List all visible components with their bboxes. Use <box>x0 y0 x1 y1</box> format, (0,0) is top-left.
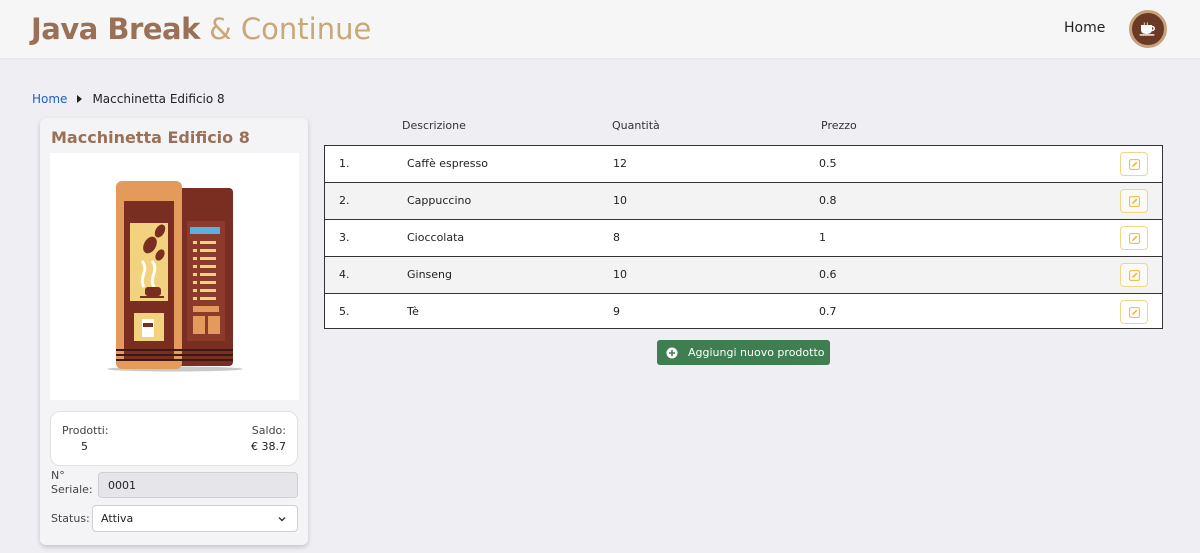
status-selected-value: Attiva <box>101 512 134 525</box>
logo-secondary-text: & Continue <box>209 12 372 46</box>
edit-product-button[interactable] <box>1120 300 1148 324</box>
add-product-label: Aggiungi nuovo prodotto <box>688 346 825 359</box>
top-navbar: Java Break & Continue Home <box>0 0 1200 58</box>
app-logo[interactable]: Java Break & Continue <box>31 12 371 46</box>
logo-primary-text: Java Break <box>31 12 200 46</box>
edit-icon <box>1128 232 1140 244</box>
serial-input[interactable] <box>98 472 298 498</box>
breadcrumb-home-link[interactable]: Home <box>32 92 67 106</box>
row-number: 1. <box>339 157 350 170</box>
machine-card: Macchinetta Edificio 8 Prodotti: 5 Saldo… <box>40 118 308 545</box>
serial-label: N° Seriale: <box>51 469 93 496</box>
row-price: 0.6 <box>819 268 837 281</box>
row-price: 1 <box>819 231 826 244</box>
edit-product-button[interactable] <box>1120 226 1148 250</box>
edit-product-button[interactable] <box>1120 152 1148 176</box>
machine-stats: Prodotti: 5 Saldo: € 38.7 <box>50 411 298 466</box>
row-description: Ginseng <box>407 268 453 281</box>
table-row: 2. Cappuccino 10 0.8 <box>325 183 1162 220</box>
machine-title: Macchinetta Edificio 8 <box>51 128 250 147</box>
row-description: Cioccolata <box>407 231 465 244</box>
edit-icon <box>1128 306 1140 318</box>
breadcrumb-separator-icon <box>77 95 83 103</box>
column-header-price: Prezzo <box>821 119 857 132</box>
chevron-down-icon <box>278 517 286 522</box>
edit-product-button[interactable] <box>1120 189 1148 213</box>
row-price: 0.7 <box>819 305 837 318</box>
plus-circle-icon <box>666 347 678 359</box>
row-description: Caffè espresso <box>407 157 488 170</box>
row-description: Tè <box>407 305 419 318</box>
row-number: 5. <box>339 305 350 318</box>
vending-machine-illustration <box>107 181 243 372</box>
breadcrumb: Home Macchinetta Edificio 8 <box>32 92 225 106</box>
edit-icon <box>1128 269 1140 281</box>
row-number: 4. <box>339 268 350 281</box>
row-number: 2. <box>339 194 350 207</box>
breadcrumb-current: Macchinetta Edificio 8 <box>92 92 225 106</box>
row-price: 0.5 <box>819 157 837 170</box>
status-label: Status: <box>51 512 90 525</box>
table-row: 1. Caffè espresso 12 0.5 <box>325 146 1162 183</box>
row-description: Cappuccino <box>407 194 472 207</box>
edit-icon <box>1128 195 1140 207</box>
machine-image <box>50 153 299 400</box>
products-table: 1. Caffè espresso 12 0.5 2. Cappuccino 1… <box>324 145 1163 329</box>
user-avatar[interactable] <box>1129 10 1167 48</box>
nav-home-link[interactable]: Home <box>1064 20 1105 36</box>
column-header-description: Descrizione <box>402 119 466 132</box>
edit-product-button[interactable] <box>1120 263 1148 287</box>
balance-label: Saldo: <box>251 424 286 437</box>
balance-value: € 38.7 <box>251 440 286 453</box>
edit-icon <box>1128 158 1140 170</box>
products-value: 5 <box>81 440 88 453</box>
table-row: 4. Ginseng 10 0.6 <box>325 257 1162 294</box>
row-quantity: 8 <box>613 231 620 244</box>
row-number: 3. <box>339 231 350 244</box>
products-label: Prodotti: <box>62 424 109 437</box>
table-row: 5. Tè 9 0.7 <box>325 294 1162 331</box>
row-quantity: 10 <box>613 268 627 281</box>
coffee-cup-icon <box>1139 22 1155 36</box>
row-price: 0.8 <box>819 194 837 207</box>
row-quantity: 12 <box>613 157 627 170</box>
add-product-button[interactable]: Aggiungi nuovo prodotto <box>657 340 830 365</box>
column-header-quantity: Quantità <box>612 119 660 132</box>
table-row: 3. Cioccolata 8 1 <box>325 220 1162 257</box>
status-select[interactable]: Attiva <box>92 505 298 532</box>
row-quantity: 10 <box>613 194 627 207</box>
row-quantity: 9 <box>613 305 620 318</box>
